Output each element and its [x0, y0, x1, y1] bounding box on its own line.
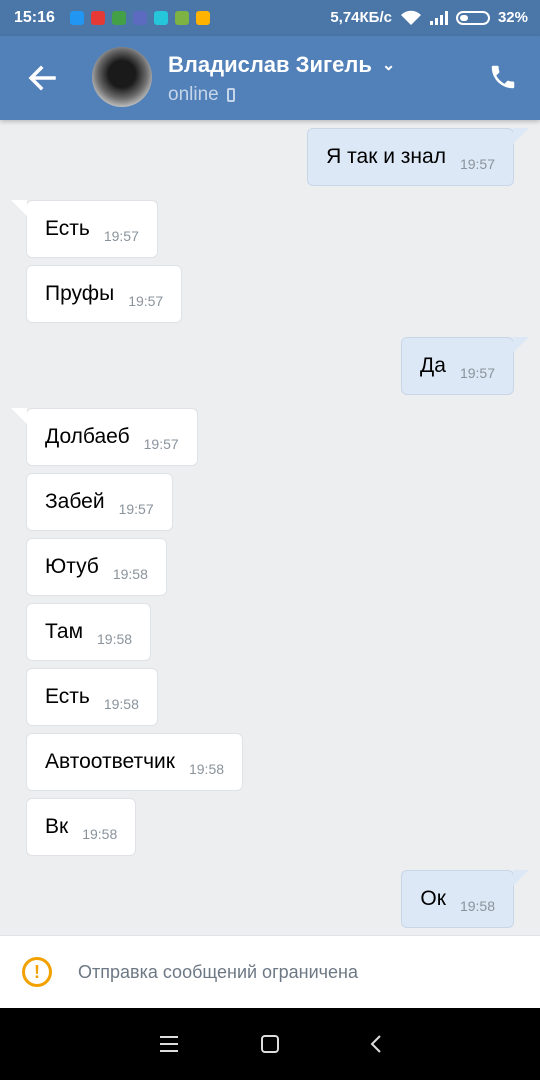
message-time: 19:58	[188, 761, 225, 777]
message-text: Я так и знал	[326, 145, 446, 168]
message-time: 19:58	[82, 826, 118, 842]
message-incoming[interactable]: Пруфы 19:57	[26, 265, 183, 323]
message-time: 19:57	[118, 501, 154, 517]
message-text: Есть	[45, 217, 90, 240]
message-time: 19:57	[103, 228, 139, 244]
signal-icon	[429, 10, 448, 25]
youtube-icon	[91, 11, 105, 25]
bubble-tail	[513, 337, 529, 353]
status-right: 5,74КБ/с 32%	[330, 9, 528, 26]
message-outgoing[interactable]: Я так и знал 19:57	[307, 128, 529, 186]
play-store-icon	[196, 11, 210, 25]
bubble-tail	[513, 128, 529, 144]
message-text: Ютуб	[45, 555, 99, 578]
warning-icon: !	[22, 957, 52, 987]
online-label: online	[168, 84, 219, 105]
message-outgoing[interactable]: Ок 19:58	[401, 870, 529, 928]
message-time: 19:58	[97, 631, 133, 647]
chat-header: Владислав Зигель ⌄ online	[0, 36, 540, 120]
message-time: 19:57	[459, 156, 495, 172]
message-text: Есть	[45, 685, 90, 708]
battery-icon	[455, 10, 490, 25]
mobile-phone-icon	[226, 88, 235, 102]
message-incoming[interactable]: Есть 19:58	[26, 668, 158, 726]
message-time: 19:57	[459, 365, 495, 381]
restriction-text: Отправка сообщений ограничена	[78, 962, 358, 982]
play-store-icon	[175, 11, 189, 25]
message-incoming[interactable]: Забей 19:57	[26, 473, 173, 531]
message-text: Забей	[45, 490, 105, 513]
net-speed: 5,74КБ/с	[330, 9, 392, 26]
bubble-tail	[513, 870, 529, 886]
message-list[interactable]: Я так и знал 19:57 Есть 19:57 Пруфы 19:57 Д…	[0, 120, 540, 935]
play-store-icon	[154, 11, 168, 25]
contact-name[interactable]: Владислав Зигель ⌄	[168, 52, 395, 78]
status-time: 15:16	[14, 9, 55, 26]
battery-percent: 32%	[497, 9, 528, 26]
nav-back-icon[interactable]	[367, 1034, 387, 1054]
message-text: Ок	[420, 887, 446, 910]
message-incoming[interactable]: Есть 19:57	[11, 200, 158, 258]
message-text: Долбаеб	[45, 425, 130, 448]
message-time: 19:57	[143, 436, 179, 452]
message-text: Да	[420, 354, 446, 377]
message-text: Вк	[45, 815, 69, 838]
contact-name-label: Владислав Зигель	[168, 52, 372, 77]
vk-icon	[133, 11, 147, 25]
message-time: 19:58	[103, 696, 139, 712]
chevron-down-icon: ⌄	[381, 57, 396, 74]
message-text: Пруфы	[45, 282, 115, 305]
wifi-icon	[400, 10, 421, 25]
avatar[interactable]	[92, 47, 152, 107]
online-status: online	[168, 84, 235, 106]
status-bar: 15:16 5,74КБ/с 32%	[0, 0, 540, 36]
message-text: Автоответчик	[45, 750, 175, 773]
message-incoming[interactable]: Вк 19:58	[26, 798, 137, 856]
bubble-tail	[11, 200, 27, 216]
maps-icon	[112, 11, 126, 25]
call-icon[interactable]	[488, 62, 518, 92]
bubble-tail	[11, 408, 27, 424]
menu-icon[interactable]	[160, 1036, 178, 1057]
battery-fill	[459, 14, 468, 21]
home-icon[interactable]	[261, 1035, 279, 1053]
message-text: Там	[45, 620, 84, 643]
notification-icons	[70, 11, 210, 25]
message-incoming[interactable]: Ютуб 19:58	[26, 538, 167, 596]
system-nav-bar	[0, 1008, 540, 1080]
message-outgoing[interactable]: Да 19:57	[401, 337, 529, 395]
restriction-notice: ! Отправка сообщений ограничена	[0, 935, 540, 1008]
message-incoming[interactable]: Там 19:58	[26, 603, 152, 661]
message-incoming[interactable]: Автоответчик 19:58	[26, 733, 244, 791]
message-time: 19:58	[112, 566, 148, 582]
app-notification-icon	[70, 11, 84, 25]
message-time: 19:57	[128, 293, 164, 309]
message-time: 19:58	[459, 898, 495, 914]
message-incoming[interactable]: Долбаеб 19:57	[11, 408, 198, 466]
back-arrow-icon[interactable]	[22, 58, 62, 98]
